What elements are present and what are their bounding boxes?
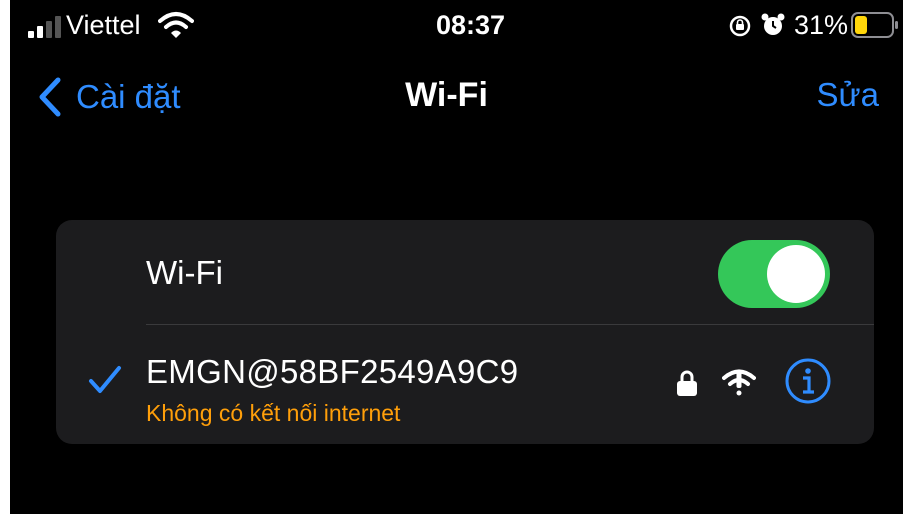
wifi-toggle-switch[interactable] — [718, 240, 830, 308]
rotation-lock-icon — [729, 15, 751, 37]
network-name: EMGN@58BF2549A9C9 — [146, 353, 519, 390]
info-icon[interactable] — [784, 357, 832, 405]
carrier-name: Viettel — [66, 10, 141, 40]
wifi-no-internet-icon — [722, 369, 756, 396]
wifi-toggle-label: Wi-Fi — [146, 254, 223, 291]
edit-button[interactable]: Sửa — [817, 76, 879, 114]
status-time: 08:37 — [436, 10, 506, 40]
battery-percent: 31% — [794, 10, 849, 40]
wifi-settings-card: Wi-Fi EMGN@58BF2549A9C9 Không có kết nối… — [56, 220, 874, 444]
network-status: Không có kết nối internet — [146, 400, 401, 426]
screen: Viettel 08:37 31% Cài đặt Wi-Fi Sửa Wi-F… — [10, 0, 903, 514]
lock-icon — [677, 370, 697, 396]
wifi-icon — [158, 12, 194, 38]
status-bar: Viettel 08:37 31% — [10, 0, 903, 56]
page-title: Wi-Fi — [405, 76, 488, 114]
alarm-icon — [761, 13, 785, 35]
battery-icon — [851, 12, 898, 38]
checkmark-icon — [89, 366, 121, 393]
network-row[interactable]: EMGN@58BF2549A9C9 Không có kết nối inter… — [56, 325, 874, 444]
signal-icon — [28, 16, 61, 38]
toggle-knob — [767, 245, 825, 303]
wifi-toggle-row: Wi-Fi — [56, 220, 874, 324]
